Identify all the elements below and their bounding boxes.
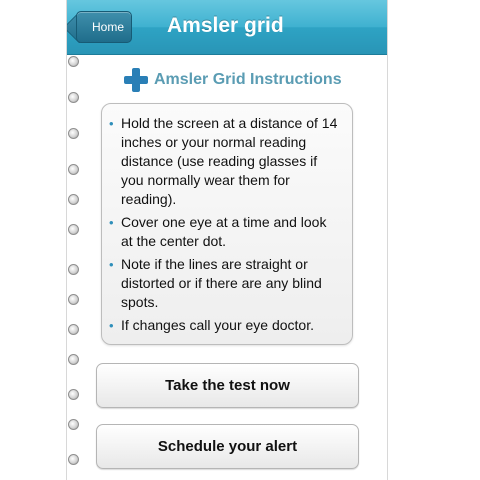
instruction-item: • Note if the lines are straight or dist… (108, 255, 342, 312)
bullet-icon: • (109, 215, 114, 230)
notebook-binding-rings (67, 55, 83, 480)
binding-ring-icon (68, 194, 79, 205)
section-heading: Amsler Grid Instructions (124, 68, 342, 92)
binding-ring-icon (68, 294, 79, 305)
page-title: Amsler grid (167, 14, 284, 37)
binding-ring-icon (68, 264, 79, 275)
schedule-alert-button-label: Schedule your alert (157, 438, 298, 455)
section-heading-text: Amsler Grid Instructions (154, 71, 342, 88)
instruction-item: • Cover one eye at a time and look at th… (108, 213, 342, 251)
home-back-button[interactable]: Home (76, 11, 132, 43)
binding-ring-icon (68, 324, 79, 335)
app-screen: Home Amsler grid Amsler Grid Instruction… (66, 0, 388, 480)
navigation-bar: Home Amsler grid (67, 0, 387, 55)
instructions-card: • Hold the screen at a distance of 14 in… (101, 103, 353, 345)
binding-ring-icon (68, 164, 79, 175)
binding-ring-icon (68, 419, 79, 430)
binding-ring-icon (68, 389, 79, 400)
schedule-alert-button[interactable]: Schedule your alert (96, 424, 359, 469)
instruction-item: • Hold the screen at a distance of 14 in… (108, 114, 342, 209)
binding-ring-icon (68, 354, 79, 365)
instructions-list: • Hold the screen at a distance of 14 in… (108, 114, 342, 335)
bullet-icon: • (109, 116, 114, 131)
instruction-text: If changes call your eye doctor. (121, 317, 314, 333)
binding-ring-icon (68, 92, 79, 103)
home-back-button-label: Home (91, 20, 124, 34)
bullet-icon: • (109, 318, 114, 333)
binding-ring-icon (68, 454, 79, 465)
medical-cross-icon (124, 68, 148, 92)
instruction-text: Cover one eye at a time and look at the … (121, 214, 327, 249)
instruction-text: Note if the lines are straight or distor… (121, 256, 322, 310)
take-test-button-label: Take the test now (165, 377, 290, 394)
binding-ring-icon (68, 128, 79, 139)
binding-ring-icon (68, 56, 79, 67)
instruction-item: • If changes call your eye doctor. (108, 316, 342, 335)
binding-ring-icon (68, 224, 79, 235)
instruction-text: Hold the screen at a distance of 14 inch… (121, 115, 338, 207)
take-test-button[interactable]: Take the test now (96, 363, 359, 408)
bullet-icon: • (109, 257, 114, 272)
